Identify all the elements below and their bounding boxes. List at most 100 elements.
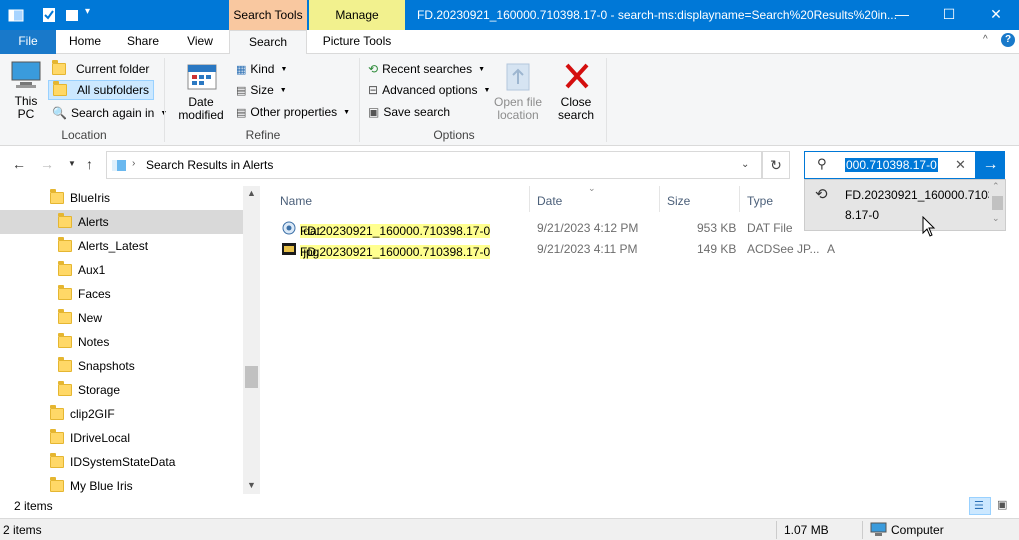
refresh-button[interactable]: ↻ — [762, 151, 790, 179]
search-go-button[interactable]: → — [976, 151, 1005, 179]
tree-item-faces[interactable]: Faces — [0, 282, 243, 306]
tree-item-alerts-latest[interactable]: Alerts_Latest — [0, 234, 243, 258]
search-results-icon — [112, 160, 126, 171]
search-suggestion-dropdown: ⟲ FD.20230921_160000.71039 8.17-0 ⌃ ⌄ — [804, 179, 1006, 231]
file-row[interactable]: FD.20230921_160000.710398.17-0 .dat 9/21/… — [277, 218, 837, 239]
column-header-name[interactable]: Name — [280, 194, 312, 208]
tab-share[interactable]: Share — [116, 30, 170, 54]
up-arrow-icon[interactable]: ↑ — [86, 156, 93, 172]
explorer-app-icon[interactable] — [8, 7, 24, 23]
folder-icon — [50, 405, 64, 420]
save-icon: ▣ — [368, 105, 380, 119]
file-type: ACDSee JP... — [747, 242, 820, 256]
file-attributes: A — [827, 242, 836, 256]
tab-home[interactable]: Home — [58, 30, 112, 54]
save-search-button[interactable]: ▣ Save search — [368, 103, 450, 121]
tree-item-snapshots[interactable]: Snapshots — [0, 354, 243, 378]
customize-qat-icon[interactable]: ▾ — [85, 6, 90, 17]
nav-scroll-thumb[interactable] — [245, 366, 258, 388]
file-extension: .dat — [300, 224, 321, 238]
scroll-down-icon[interactable]: ⌄ — [992, 213, 1000, 224]
details-view-button[interactable]: ☰ — [969, 497, 991, 515]
folder-icon — [58, 381, 72, 396]
properties-icon[interactable] — [41, 7, 57, 23]
tree-item-idsystemstatedata[interactable]: IDSystemStateData — [0, 450, 243, 474]
new-folder-icon[interactable] — [64, 7, 80, 23]
file-size: 149 KB — [697, 242, 737, 256]
tree-item-label: IDSystemStateData — [70, 455, 176, 469]
folder-icon — [50, 453, 64, 468]
back-arrow-icon[interactable]: ← — [12, 156, 26, 172]
tree-item-label: Notes — [78, 335, 110, 349]
dat-file-icon — [282, 221, 296, 235]
column-divider[interactable] — [529, 186, 530, 212]
file-date: 9/21/2023 4:12 PM — [537, 221, 639, 235]
context-tab-search-tools: Search Tools — [229, 0, 307, 30]
breadcrumb-chevron-icon[interactable]: › — [132, 158, 135, 169]
suggestion-line-1: FD.20230921_160000.71039 — [845, 188, 1002, 202]
minimize-button[interactable]: — — [879, 0, 925, 30]
forward-arrow-icon[interactable]: → — [40, 156, 54, 172]
tab-search[interactable]: Search — [229, 30, 307, 55]
column-header-size[interactable]: Size — [667, 194, 690, 208]
folder-icon — [58, 357, 72, 372]
scroll-down-icon[interactable]: ▼ — [247, 480, 256, 490]
status-location: Computer — [891, 523, 944, 537]
search-input[interactable]: ⚲ 000.710398.17-0 ✕ — [804, 151, 976, 179]
arrow-right-icon: → — [982, 156, 999, 173]
tab-picture-tools[interactable]: Picture Tools — [309, 30, 405, 54]
folder-icon — [58, 261, 72, 276]
recent-searches-button[interactable]: ⟲ Recent searches ▼ — [368, 60, 485, 78]
search-again-icon: 🔍 — [52, 106, 67, 120]
scroll-up-icon[interactable]: ⌃ — [992, 181, 1000, 192]
status-bar: 2 items 1.07 MB Computer — [0, 518, 1019, 540]
breadcrumb[interactable]: Search Results in Alerts — [146, 158, 273, 172]
current-folder-button[interactable]: Current folder — [52, 60, 149, 78]
large-icons-view-button[interactable]: ▣ — [993, 497, 1013, 515]
suggestion-scroll-thumb[interactable] — [992, 196, 1003, 210]
other-properties-button[interactable]: ▤ Other properties ▼ — [236, 103, 350, 121]
column-divider[interactable] — [659, 186, 660, 212]
collapse-ribbon-icon[interactable]: ^ — [983, 34, 988, 45]
recent-locations-icon[interactable]: ▼ — [68, 159, 76, 168]
kind-label: Kind — [250, 62, 275, 76]
search-again-in-button[interactable]: 🔍Search again in▼ — [52, 104, 167, 122]
nav-scrollbar[interactable]: ▲ ▼ — [243, 186, 260, 494]
tree-item-alerts[interactable]: Alerts — [0, 210, 243, 234]
file-row[interactable]: FD.20230921_160000.710398.17-0 .jpg 9/21/… — [277, 239, 837, 260]
folders-icon — [53, 81, 67, 96]
group-separator — [359, 58, 360, 142]
group-separator — [164, 58, 165, 142]
tree-item-storage[interactable]: Storage — [0, 378, 243, 402]
tree-item-clip2gif[interactable]: clip2GIF — [0, 402, 243, 426]
tree-item-new[interactable]: New — [0, 306, 243, 330]
address-field[interactable]: › Search Results in Alerts ⌄ — [106, 151, 762, 179]
clear-search-icon[interactable]: ✕ — [955, 157, 966, 173]
size-button[interactable]: ▤ Size ▼ — [236, 81, 287, 99]
folder-icon — [50, 429, 64, 444]
column-divider[interactable] — [739, 186, 740, 212]
column-header-type[interactable]: Type — [747, 194, 773, 208]
scroll-up-icon[interactable]: ▲ — [247, 188, 256, 198]
tree-item-notes[interactable]: Notes — [0, 330, 243, 354]
close-button[interactable]: ✕ — [973, 0, 1019, 30]
tree-item-blueiris[interactable]: BlueIris — [0, 186, 243, 210]
recent-searches-icon: ⟲ — [368, 62, 379, 76]
large-icons-view-icon: ▣ — [997, 499, 1008, 511]
tree-item-aux1[interactable]: Aux1 — [0, 258, 243, 282]
window-title: FD.20230921_160000.710398.17-0 - search-… — [417, 8, 897, 22]
maximize-button[interactable]: ☐ — [926, 0, 972, 30]
suggestion-scrollbar[interactable]: ⌃ ⌄ — [989, 180, 1005, 230]
all-subfolders-button[interactable]: All subfolders — [48, 80, 155, 100]
column-header-date[interactable]: Date — [537, 194, 562, 208]
tab-file[interactable]: File — [0, 30, 56, 54]
help-icon[interactable]: ? — [1001, 33, 1015, 47]
tree-item-idrivelocal[interactable]: IDriveLocal — [0, 426, 243, 450]
search-suggestion-item[interactable]: ⟲ FD.20230921_160000.71039 8.17-0 — [805, 180, 1001, 230]
tab-view[interactable]: View — [174, 30, 226, 54]
tree-item-label: Storage — [78, 383, 121, 397]
advanced-options-button[interactable]: ⊟ Advanced options ▼ — [368, 81, 490, 99]
kind-button[interactable]: ▦ Kind ▼ — [236, 60, 287, 78]
address-dropdown-icon[interactable]: ⌄ — [741, 159, 749, 170]
file-date: 9/21/2023 4:11 PM — [537, 242, 638, 256]
